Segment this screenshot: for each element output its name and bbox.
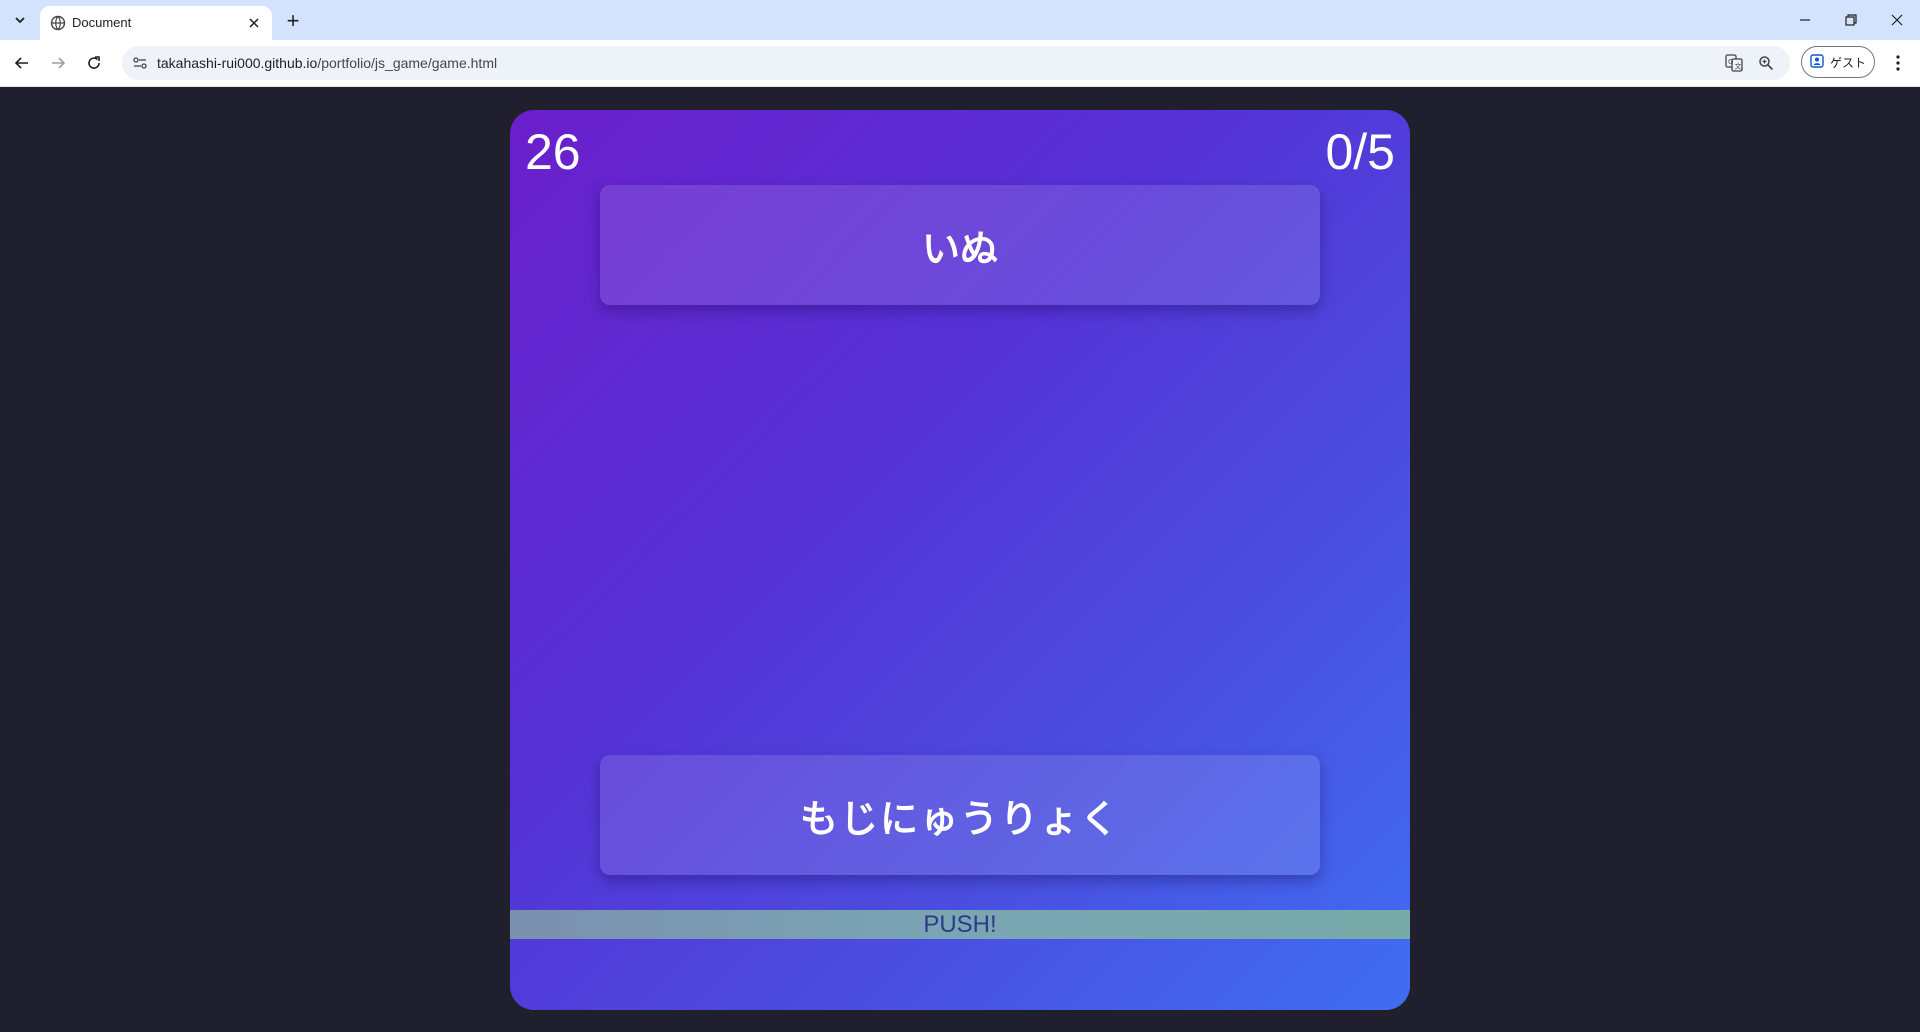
typing-input-display[interactable]: もじにゅうりょく [600, 755, 1320, 875]
svg-text:文: 文 [1735, 62, 1742, 71]
game-panel: 26 0/5 いぬ もじにゅうりょく PUSH! [510, 110, 1410, 1010]
score-display: 0/5 [1325, 124, 1395, 180]
active-tab[interactable]: Document [40, 6, 272, 40]
profile-label: ゲスト [1829, 55, 1866, 70]
forward-icon[interactable] [44, 49, 72, 77]
tab-list-icon[interactable] [6, 8, 34, 32]
globe-icon [50, 15, 66, 31]
url-host: takahashi-rui000.github.io [157, 55, 318, 71]
url-text[interactable]: takahashi-rui000.github.io/portfolio/js_… [157, 54, 497, 72]
browser-toolbar: takahashi-rui000.github.io/portfolio/js_… [0, 40, 1920, 87]
minimize-icon[interactable] [1782, 0, 1828, 40]
url-path: /portfolio/js_game/game.html [317, 55, 498, 71]
back-icon[interactable] [8, 49, 36, 77]
target-word-card: いぬ [600, 185, 1320, 305]
address-bar[interactable]: takahashi-rui000.github.io/portfolio/js_… [122, 46, 1790, 80]
tab-bar: Document + [0, 0, 1920, 40]
timer-display: 26 [525, 124, 581, 180]
zoom-icon[interactable] [1755, 52, 1777, 74]
new-tab-button[interactable]: + [280, 8, 306, 34]
restore-icon[interactable] [1828, 0, 1874, 40]
window-close-icon[interactable] [1874, 0, 1920, 40]
tab-title: Document [72, 15, 132, 30]
profile-button[interactable]: ゲスト [1801, 46, 1875, 78]
svg-text:G: G [1728, 58, 1733, 66]
more-menu-icon[interactable] [1884, 49, 1912, 77]
push-button[interactable]: PUSH! [510, 910, 1410, 939]
reload-icon[interactable] [80, 49, 108, 77]
profile-icon [1810, 53, 1824, 71]
close-icon[interactable] [244, 13, 264, 33]
translate-icon[interactable]: G文 [1723, 52, 1745, 74]
site-info-icon[interactable] [128, 51, 152, 75]
